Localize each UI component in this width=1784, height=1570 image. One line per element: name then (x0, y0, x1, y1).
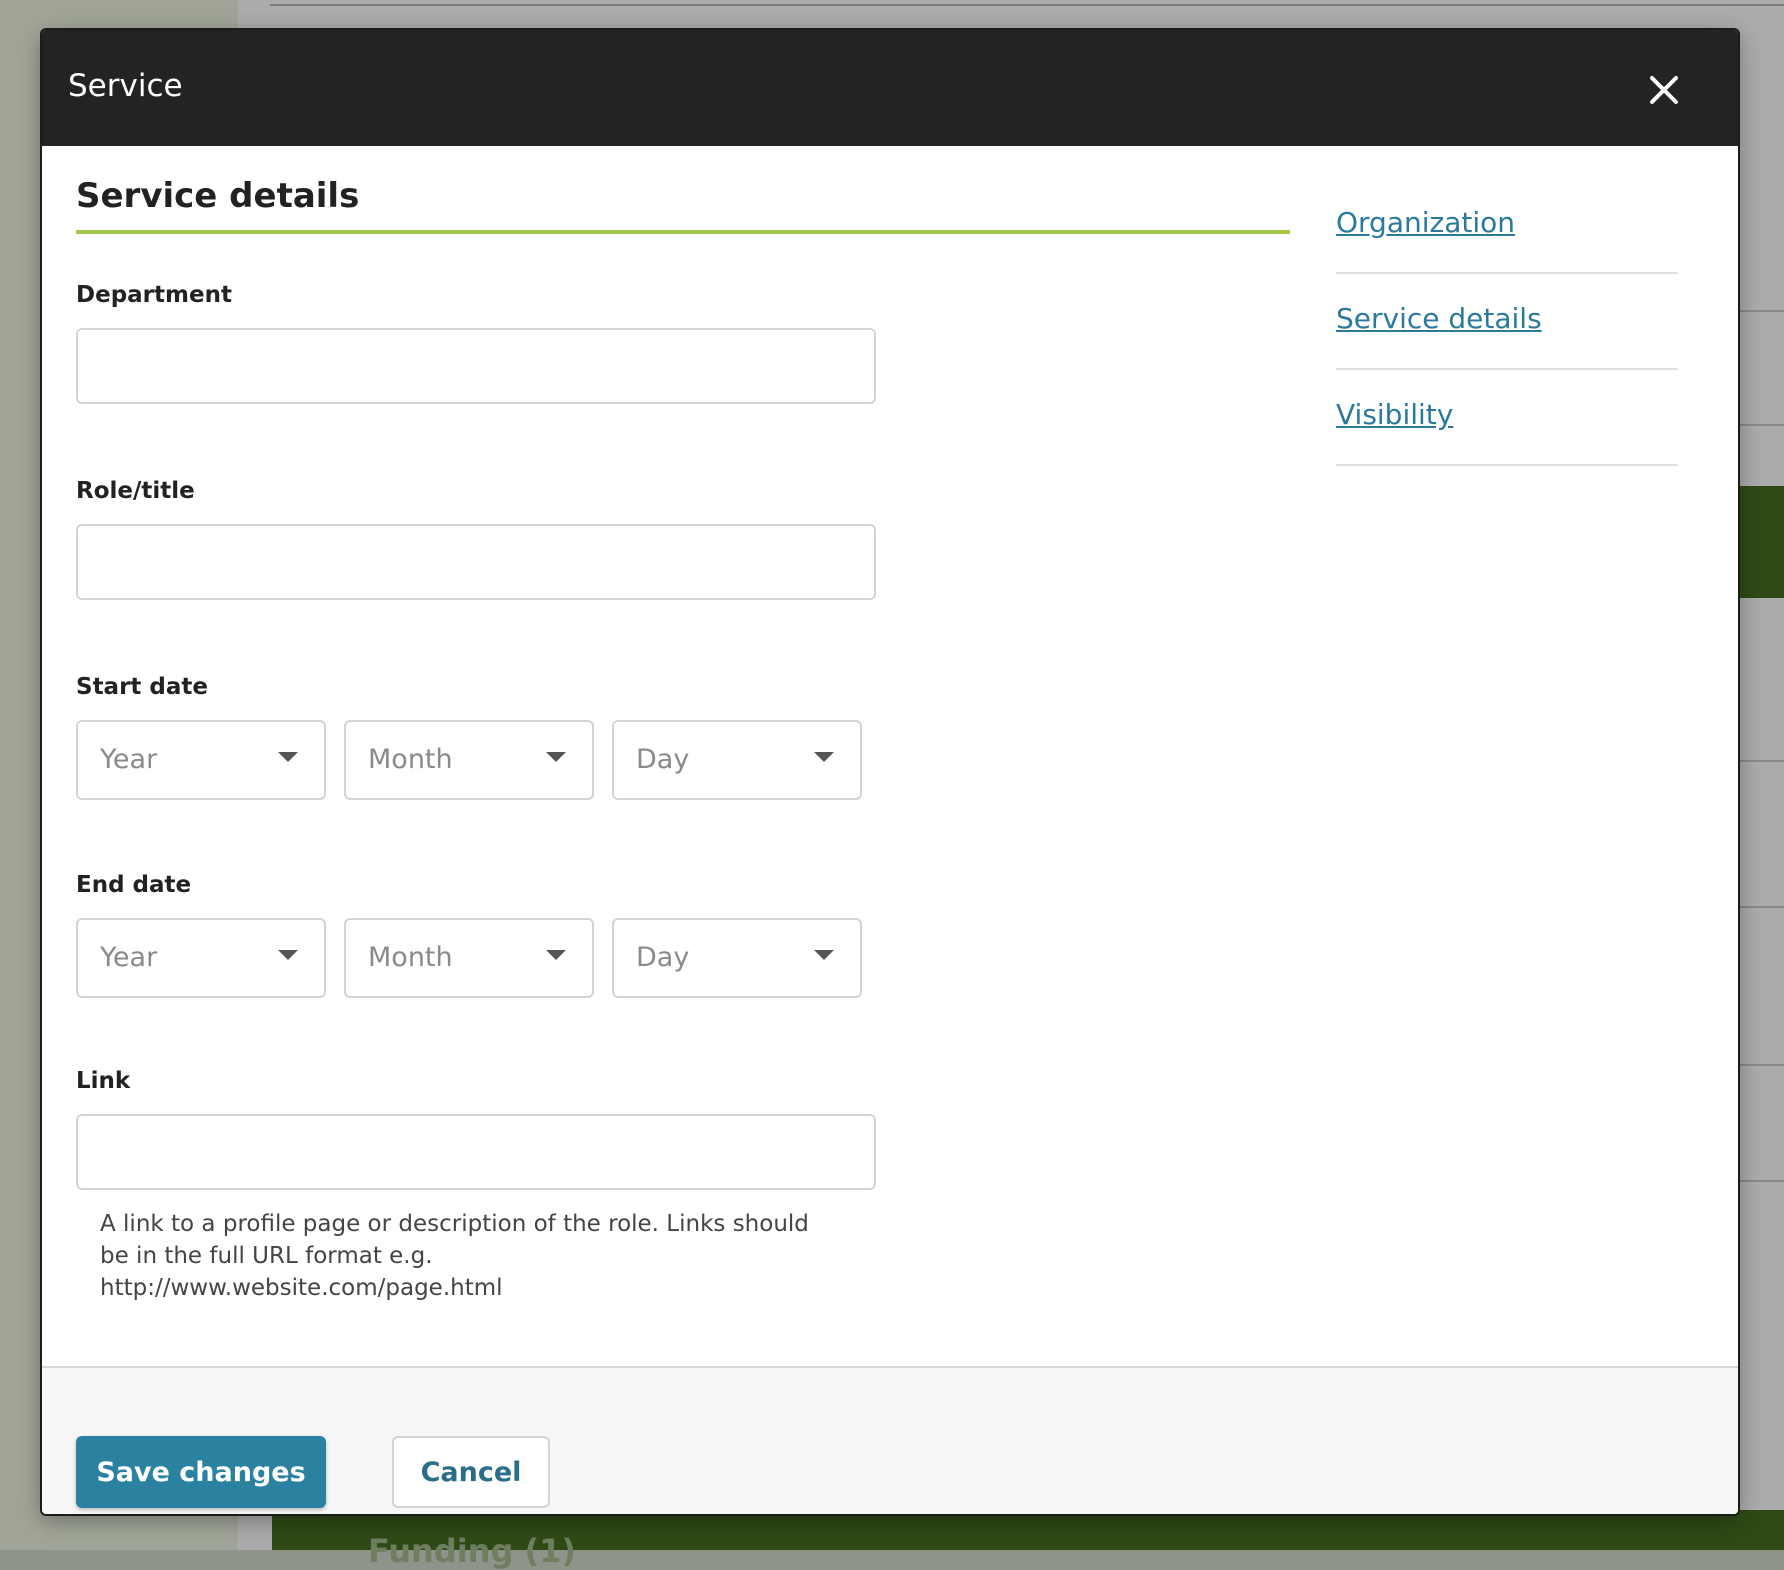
end-month-value: Month (368, 942, 453, 973)
background-divider (1740, 310, 1784, 312)
section-divider (76, 230, 1290, 234)
chevron-down-icon (546, 752, 566, 762)
side-nav-service-details[interactable]: Service details (1336, 302, 1542, 335)
side-nav-divider (1336, 272, 1678, 274)
background-green-panel (1730, 486, 1784, 598)
background-divider (1740, 1064, 1784, 1066)
save-changes-button[interactable]: Save changes (76, 1436, 326, 1508)
link-helper-text: A link to a profile page or description … (100, 1211, 809, 1301)
start-year-value: Year (100, 744, 158, 775)
service-modal: Service Service details Department Role/… (42, 30, 1738, 1514)
end-year-select[interactable]: Year (76, 918, 326, 998)
chevron-down-icon (814, 950, 834, 960)
department-input[interactable] (76, 328, 876, 404)
background-divider (1740, 906, 1784, 908)
background-section-heading: Funding (1) (368, 1532, 577, 1570)
start-day-select[interactable]: Day (612, 720, 862, 800)
background-divider (270, 4, 1784, 6)
end-month-select[interactable]: Month (344, 918, 594, 998)
close-icon (1650, 76, 1678, 104)
chevron-down-icon (546, 950, 566, 960)
modal-footer: Save changes Cancel (42, 1366, 1738, 1514)
department-label: Department (76, 282, 232, 308)
start-date-label: Start date (76, 674, 209, 700)
link-input[interactable] (76, 1114, 876, 1190)
start-day-value: Day (636, 744, 690, 775)
side-nav-organization[interactable]: Organization (1336, 206, 1515, 239)
end-date-label: End date (76, 872, 192, 898)
side-nav-visibility[interactable]: Visibility (1336, 398, 1453, 431)
end-day-value: Day (636, 942, 690, 973)
chevron-down-icon (278, 752, 298, 762)
background-divider (1740, 1180, 1784, 1182)
section-title: Service details (76, 176, 360, 216)
role-title-input[interactable] (76, 524, 876, 600)
close-button[interactable] (1640, 66, 1688, 114)
end-day-select[interactable]: Day (612, 918, 862, 998)
cancel-button[interactable]: Cancel (392, 1436, 550, 1508)
role-title-label: Role/title (76, 478, 195, 504)
start-year-select[interactable]: Year (76, 720, 326, 800)
background-divider (1740, 760, 1784, 762)
side-nav-divider (1336, 368, 1678, 370)
modal-title: Service (68, 68, 183, 104)
modal-header: Service (42, 30, 1738, 146)
background-divider (1740, 424, 1784, 426)
chevron-down-icon (278, 950, 298, 960)
side-nav-divider (1336, 464, 1678, 466)
start-month-value: Month (368, 744, 453, 775)
chevron-down-icon (814, 752, 834, 762)
link-label: Link (76, 1068, 131, 1094)
start-month-select[interactable]: Month (344, 720, 594, 800)
end-year-value: Year (100, 942, 158, 973)
